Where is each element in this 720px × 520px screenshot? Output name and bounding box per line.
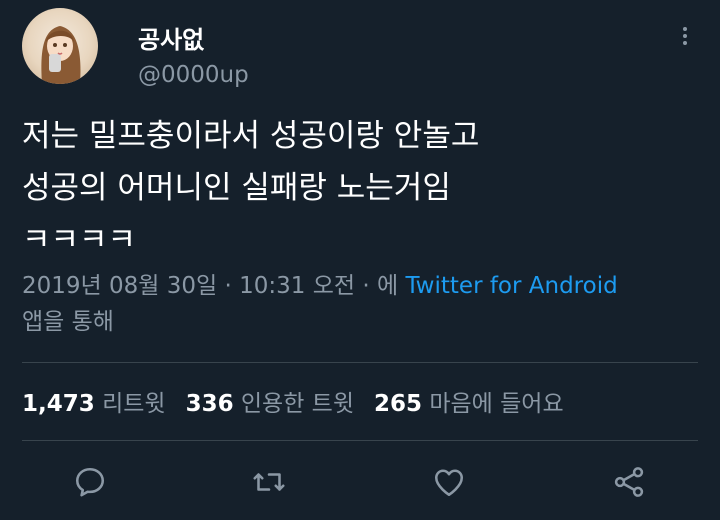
quote-label: 인용한 트윗 [240, 391, 355, 417]
retweet-label: 리트윗 [102, 391, 166, 417]
meta-separator: · 에 [355, 273, 406, 299]
tweet-line: 성공의 어머니인 실패랑 노는거임 [22, 170, 451, 206]
avatar[interactable] [22, 8, 98, 100]
like-count: 265 [374, 391, 423, 417]
source-app-link[interactable]: Twitter for Android [405, 273, 617, 299]
user-handle[interactable]: @0000up [138, 62, 249, 88]
engagement-stats: 1,473 리트윗 336 인용한 트윗 265 마음에 들어요 [22, 384, 564, 418]
more-options-icon[interactable] [676, 24, 694, 52]
retweet-icon[interactable] [251, 464, 287, 500]
tweet-time[interactable]: 10:31 오전 [239, 273, 355, 299]
divider [22, 440, 698, 441]
reply-icon[interactable] [72, 464, 108, 500]
avatar-illustration [41, 26, 81, 84]
meta-separator: · [217, 273, 240, 299]
tweet-line: ㅋㅋㅋㅋ [22, 222, 137, 258]
tweet-text: 저는 밀프충이라서 성공이랑 안놀고 성공의 어머니인 실패랑 노는거임 ㅋㅋㅋ… [22, 110, 702, 266]
retweet-stat[interactable]: 1,473 리트윗 [22, 391, 166, 417]
quote-count: 336 [185, 391, 234, 417]
like-label: 마음에 들어요 [429, 391, 564, 417]
like-icon[interactable] [431, 464, 467, 500]
tweet-meta: 2019년 08월 30일 · 10:31 오전 · 에 Twitter for… [22, 268, 712, 340]
display-name[interactable]: 공사없 [138, 20, 204, 55]
tweet-line: 저는 밀프충이라서 성공이랑 안놀고 [22, 118, 480, 154]
retweet-count: 1,473 [22, 391, 95, 417]
like-stat[interactable]: 265 마음에 들어요 [374, 391, 564, 417]
source-suffix: 앱을 통해 [22, 309, 114, 335]
share-icon[interactable] [611, 464, 647, 500]
divider [22, 362, 698, 363]
tweet-date[interactable]: 2019년 08월 30일 [22, 273, 217, 299]
quote-stat[interactable]: 336 인용한 트윗 [186, 391, 354, 417]
